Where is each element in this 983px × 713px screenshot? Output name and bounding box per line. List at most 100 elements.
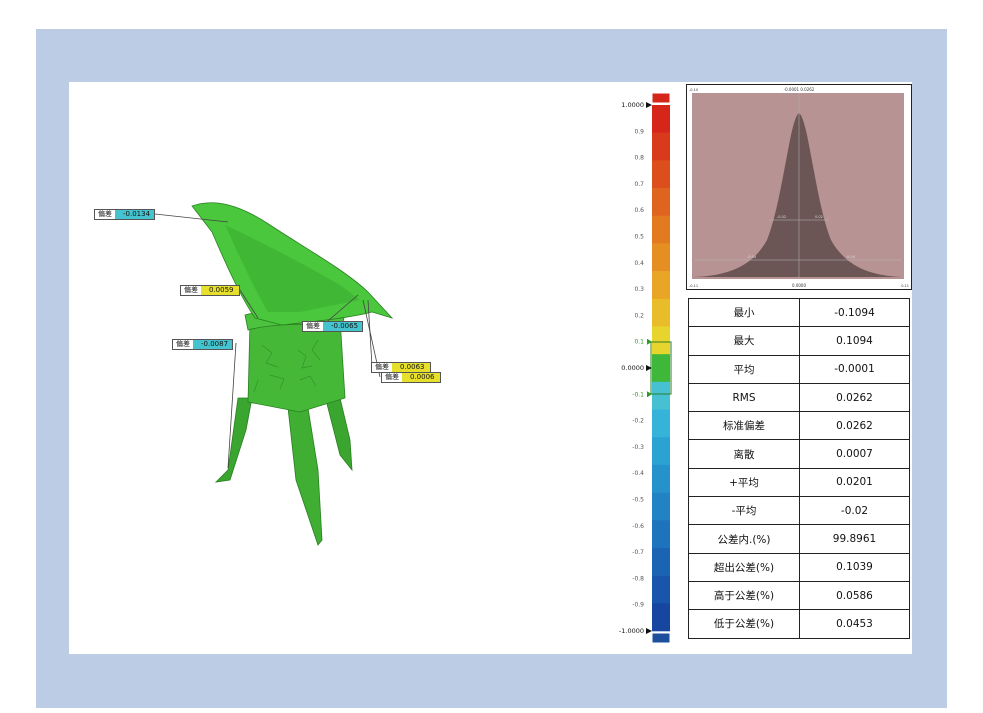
colorbar-tick-label: 0.8 <box>634 155 644 162</box>
colorbar-tick-label: -0.3 <box>632 444 644 451</box>
colorbar-tick-label: -0.6 <box>632 523 644 530</box>
jue-vessel-model[interactable] <box>191 202 394 546</box>
statistics-table: 最小 -0.1094 最大 0.1094 平均 -0.0001 RMS 0.0262 标准偏差 0… <box>688 297 910 639</box>
colorbar-segment <box>652 326 670 355</box>
stats-label: RMS <box>688 382 800 413</box>
stats-label: 公差内.(%) <box>688 524 800 554</box>
stats-label: 低于公差(%) <box>688 609 800 639</box>
histogram-box: -0.10 -0.0001 0.0262 -0.11 0.0000 0.11 -… <box>686 84 912 290</box>
hist-bottom-left: -0.11 <box>689 284 698 288</box>
hist-title: -0.0001 0.0262 <box>784 87 815 92</box>
deviation-annotation[interactable]: 偏差 -0.0065 <box>302 321 364 332</box>
colorbar-segment <box>652 132 670 161</box>
colorbar-segment <box>652 492 670 521</box>
colorbar-tick-label: -0.4 <box>632 470 644 477</box>
histogram-plot: -0.10 -0.0001 0.0262 -0.11 0.0000 0.11 -… <box>689 87 909 288</box>
colorbar-tick-label: -0.2 <box>632 418 644 425</box>
annotation-value: 0.0006 <box>402 373 440 382</box>
colorbar-segment <box>652 464 670 493</box>
hist-left-small: -0.04 <box>747 255 757 259</box>
stats-row: +平均 0.0201 <box>688 467 910 498</box>
colorbar-tick-label: 0.7 <box>634 181 644 188</box>
stats-label: 高于公差(%) <box>688 580 800 611</box>
deviation-annotation[interactable]: 偏差 -0.0087 <box>172 339 234 350</box>
colorbar-tick-label: 0.2 <box>634 312 644 319</box>
colorbar-tick-label: 0.6 <box>634 207 644 214</box>
deviation-annotation[interactable]: 偏差 -0.0134 <box>94 209 156 220</box>
colorbar-tick-label: 0.1 <box>634 339 644 346</box>
colorbar-tick-label: -0.1 <box>632 391 644 398</box>
deviation-annotation[interactable]: 偏差 0.0006 <box>381 372 441 383</box>
annotation-label: 偏差 <box>372 363 392 372</box>
colorbar-segment <box>652 298 670 327</box>
stats-row: 最大 0.1094 <box>688 326 910 356</box>
colorbar-tick-label: -0.5 <box>632 497 644 504</box>
deviation-color-bar: 0.9 0.8 0.7 0.6 0.5 0.4 0.3 0.2 0.1 -0.1 -0.2 -0.3 -… <box>619 92 672 644</box>
stats-row: 超出公差(%) 0.1039 <box>688 552 910 582</box>
colorbar-segment <box>652 271 670 300</box>
annotation-label: 偏差 <box>95 210 115 219</box>
colorbar-tick-label: 0.9 <box>634 128 644 135</box>
stats-value: 0.1039 <box>799 552 910 582</box>
colorbar-segment <box>652 437 670 466</box>
stats-row: 低于公差(%) 0.0453 <box>688 609 910 639</box>
colorbar-segment <box>652 188 670 217</box>
stats-label: 最小 <box>688 297 800 328</box>
stats-value: 0.0201 <box>799 467 910 498</box>
colorbar-segment <box>652 354 670 383</box>
colorbar-marker <box>646 628 652 634</box>
colorbar-segment <box>652 575 670 604</box>
stats-value: 0.0007 <box>799 439 910 469</box>
annotation-value: -0.0065 <box>323 322 363 331</box>
colorbar-mid-label: 0.0000 <box>621 364 644 372</box>
stats-row: 公差内.(%) 99.8961 <box>688 524 910 554</box>
stats-label: +平均 <box>688 467 800 498</box>
stats-label: -平均 <box>688 496 800 526</box>
stats-row: 标准偏差 0.0262 <box>688 411 910 441</box>
stats-value: 0.1094 <box>799 326 910 356</box>
colorbar-tick-label: 0.5 <box>634 234 644 241</box>
annotation-label: 偏差 <box>382 373 402 382</box>
colorbar-tick-label: -0.7 <box>632 549 644 556</box>
colorbar-tick-label: -0.8 <box>632 575 644 582</box>
colorbar-segment <box>652 243 670 272</box>
stats-label: 平均 <box>688 354 800 384</box>
hist-top-left: -0.10 <box>689 88 698 92</box>
colorbar-segment <box>652 409 670 438</box>
hist-bottom-right: 0.11 <box>901 284 909 288</box>
colorbar-under-swatch <box>651 632 671 644</box>
stats-value: 0.0453 <box>799 609 910 639</box>
colorbar-over-swatch <box>651 92 671 104</box>
stats-value: -0.02 <box>799 496 910 526</box>
stats-value: 0.0262 <box>799 382 910 413</box>
deviation-annotation[interactable]: 偏差 0.0059 <box>180 285 240 296</box>
stats-value: 99.8961 <box>799 524 910 554</box>
colorbar-top-label: 1.0000 <box>621 101 644 109</box>
stats-label: 超出公差(%) <box>688 552 800 582</box>
annotation-label: 偏差 <box>181 286 201 295</box>
hist-mid-left-small: -0.02 <box>777 215 786 219</box>
stats-value: -0.1094 <box>799 297 910 328</box>
stats-value: 0.0586 <box>799 580 910 611</box>
colorbar-segment <box>652 381 670 410</box>
colorbar-bottom-label: -1.0000 <box>619 627 644 635</box>
stats-value: 0.0262 <box>799 411 910 441</box>
annotation-label: 偏差 <box>173 340 193 349</box>
annotation-value: -0.0087 <box>193 340 233 349</box>
annotation-value: 0.0063 <box>392 363 430 372</box>
stats-row: 高于公差(%) 0.0586 <box>688 580 910 611</box>
stats-label: 离散 <box>688 439 800 469</box>
annotation-label: 偏差 <box>303 322 323 331</box>
colorbar-tick-label: -0.9 <box>632 602 644 609</box>
annotation-value: 0.0059 <box>201 286 239 295</box>
colorbar-tick-label: 0.3 <box>634 286 644 293</box>
colorbar-segment <box>652 603 670 632</box>
colorbar-segment <box>652 547 670 576</box>
stats-value: -0.0001 <box>799 354 910 384</box>
stats-row: 离散 0.0007 <box>688 439 910 469</box>
stats-row: RMS 0.0262 <box>688 382 910 413</box>
stats-label: 最大 <box>688 326 800 356</box>
colorbar-segment <box>652 520 670 549</box>
stats-row: 最小 -0.1094 <box>688 297 910 328</box>
colorbar-segment <box>652 105 670 133</box>
